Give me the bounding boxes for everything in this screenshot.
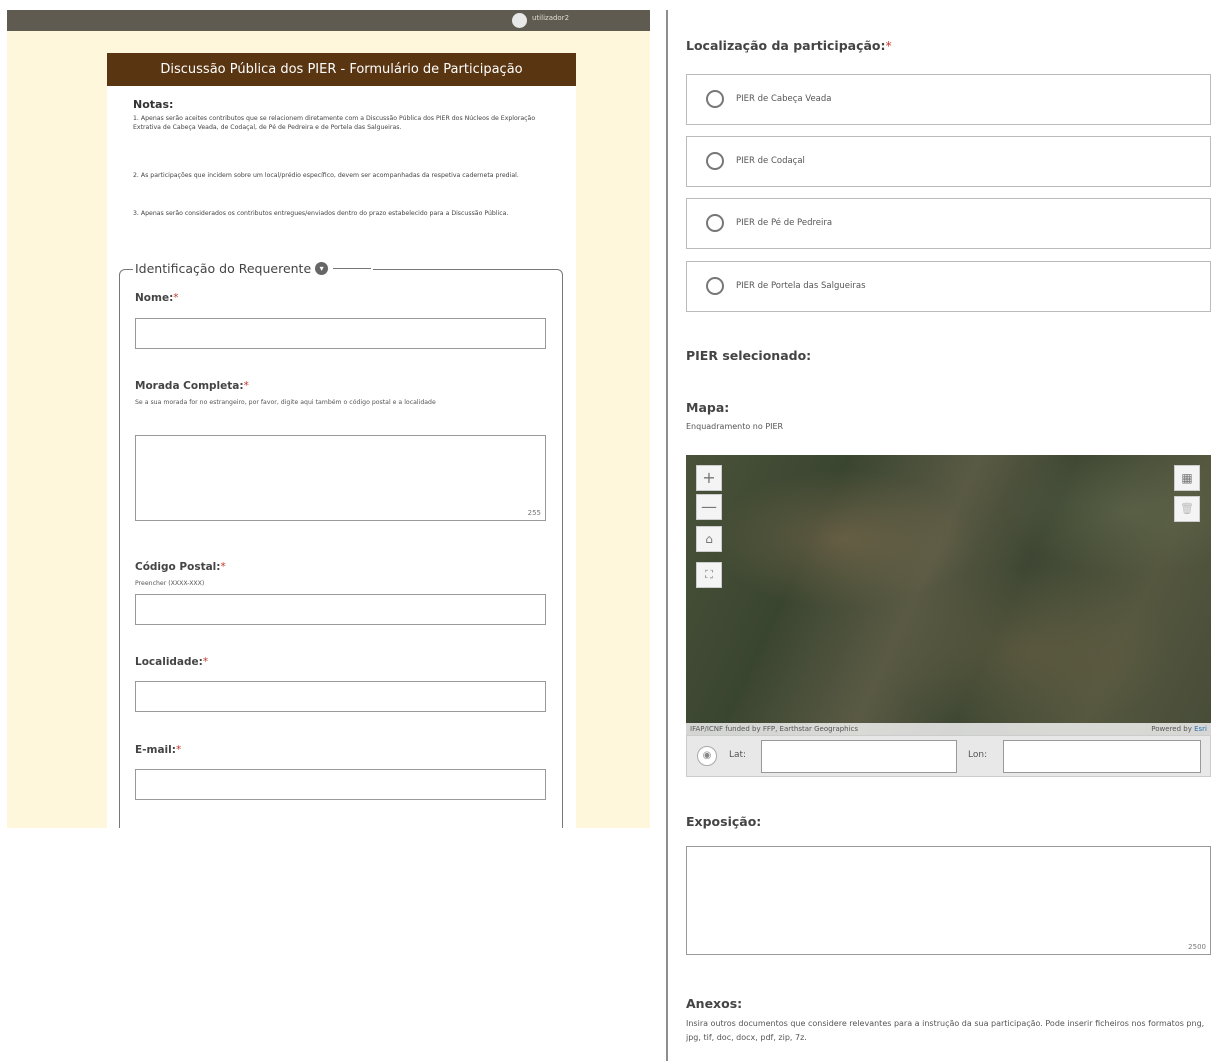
email-label: E-mail:* [135, 744, 182, 756]
grid-icon[interactable]: ▦ [1174, 465, 1200, 491]
trash-icon[interactable]: 🗑 [1174, 496, 1200, 522]
requester-section-legend[interactable]: Identificação do Requerente ▾ [133, 261, 374, 276]
map-attribution: IFAP/ICNF funded by FFP, Earthstar Geogr… [686, 723, 1211, 735]
exposicao-label: Exposição: [686, 814, 762, 829]
option-label: PIER de Portela das Salgueiras [736, 281, 866, 291]
home-icon[interactable]: ⌂ [696, 526, 722, 552]
email-input[interactable] [135, 769, 546, 800]
option-label: PIER de Cabeça Veada [736, 94, 832, 104]
anexos-label: Anexos: [686, 996, 743, 1011]
esri-link[interactable]: Esri [1194, 725, 1207, 733]
option-pe-de-pedreira[interactable]: PIER de Pé de Pedreira [686, 198, 1211, 249]
top-bar: utilizador2 [7, 10, 650, 31]
lon-label: Lon: [968, 750, 988, 760]
location-pin-icon[interactable]: ◉ [697, 746, 717, 766]
radio-button[interactable] [706, 214, 724, 232]
user-name[interactable]: utilizador2 [532, 14, 569, 22]
location-label: Localização da participação:* [686, 38, 892, 53]
note-1: 1. Apenas serão aceites contributos que … [133, 115, 536, 131]
form-card: Notas: 1. Apenas serão aceites contribut… [107, 86, 576, 828]
morada-textarea[interactable]: 255 [135, 435, 546, 521]
user-avatar-icon[interactable] [512, 13, 527, 28]
localidade-input[interactable] [135, 681, 546, 712]
morada-help: Se a sua morada for no estrangeiro, por … [135, 399, 436, 406]
requester-section-title: Identificação do Requerente [135, 261, 312, 276]
zoom-out-button[interactable]: — [696, 494, 722, 520]
chevron-down-icon[interactable]: ▾ [315, 262, 329, 275]
nome-input[interactable] [135, 318, 546, 349]
map-help: Enquadramento no PIER [686, 422, 784, 431]
codigo-postal-help: Preencher (XXXX-XXX) [135, 580, 205, 587]
nome-label: Nome:* [135, 292, 179, 304]
exposicao-textarea[interactable]: 2500 [686, 846, 1211, 955]
zoom-in-button[interactable]: + [696, 465, 722, 491]
radio-button[interactable] [706, 277, 724, 295]
codigo-postal-input[interactable] [135, 594, 546, 625]
lat-label: Lat: [729, 750, 747, 760]
radio-button[interactable] [706, 152, 724, 170]
option-label: PIER de Pé de Pedreira [736, 218, 833, 228]
powered-by: Powered by Esri [1151, 725, 1207, 733]
coordinates-bar: ◉ Lat: Lon: [686, 735, 1211, 777]
map-view[interactable]: + — ⌂ ⛶ ▦ 🗑 IFAP/ICNF funded by FFP, Ear… [686, 455, 1211, 735]
form-title: Discussão Pública dos PIER - Formulário … [107, 53, 576, 86]
note-3: 3. Apenas serão considerados os contribu… [133, 210, 509, 217]
requester-fieldset [119, 269, 563, 828]
option-codacal[interactable]: PIER de Codaçal [686, 136, 1211, 187]
selected-pier-label: PIER selecionado: [686, 348, 812, 363]
option-portela-das-salgueiras[interactable]: PIER de Portela das Salgueiras [686, 261, 1211, 312]
morada-char-counter: 255 [527, 509, 541, 517]
notes-title: Notas: [133, 98, 174, 111]
legend-divider [333, 268, 372, 269]
localidade-label: Localidade:* [135, 656, 209, 668]
option-cabeca-veada[interactable]: PIER de Cabeça Veada [686, 74, 1211, 125]
fullscreen-icon[interactable]: ⛶ [696, 562, 722, 588]
codigo-postal-label: Código Postal:* [135, 561, 226, 573]
lat-input[interactable] [761, 740, 957, 773]
radio-button[interactable] [706, 90, 724, 108]
morada-label: Morada Completa:* [135, 380, 249, 392]
note-2: 2. As participações que incidem sobre um… [133, 172, 519, 179]
left-panel: utilizador2 Discussão Pública dos PIER -… [7, 10, 650, 828]
lon-input[interactable] [1003, 740, 1201, 773]
exposicao-char-counter: 2500 [1188, 943, 1206, 951]
panel-divider [666, 10, 668, 1061]
anexos-help: Insira outros documentos que considere r… [686, 1019, 1205, 1042]
option-label: PIER de Codaçal [736, 156, 805, 166]
map-label: Mapa: [686, 400, 730, 415]
